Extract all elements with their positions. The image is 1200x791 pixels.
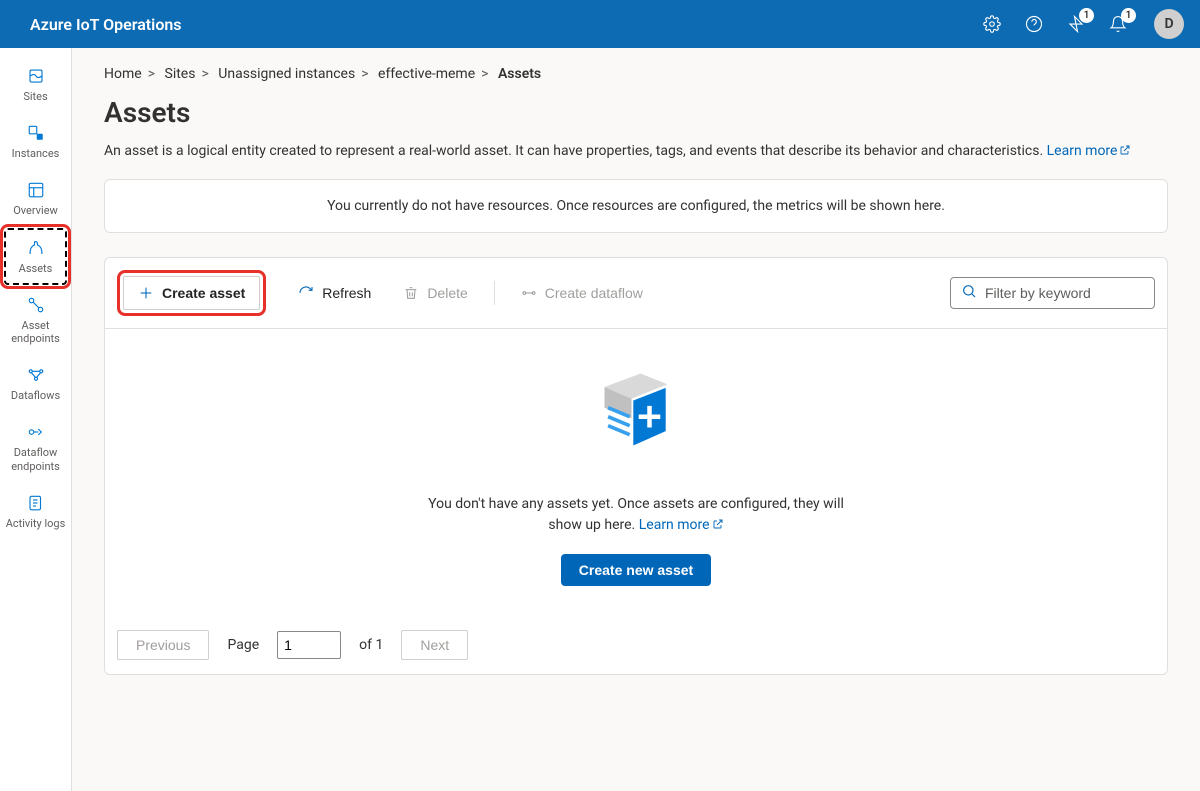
- empty-state: You don't have any assets yet. Once asse…: [105, 329, 1167, 616]
- logs-icon: [26, 493, 46, 513]
- sidebar-item-label: Sites: [23, 90, 47, 103]
- endpoints-icon: [26, 295, 46, 315]
- page-label: Page: [227, 637, 259, 653]
- pagination: Previous Page of 1 Next: [105, 616, 1167, 674]
- sidebar-item-label: Instances: [12, 147, 60, 160]
- external-link-icon: [712, 516, 724, 528]
- sidebar-item-activity-logs[interactable]: Activity logs: [0, 483, 71, 540]
- page-title: Assets: [104, 96, 1168, 129]
- button-label: Create dataflow: [545, 285, 643, 301]
- main-content: Home> Sites> Unassigned instances> effec…: [72, 48, 1200, 791]
- breadcrumb-item[interactable]: Unassigned instances: [218, 66, 355, 82]
- info-text: You currently do not have resources. Onc…: [327, 198, 945, 214]
- sidebar: Sites Instances Overview Assets Asset en…: [0, 48, 72, 791]
- next-button: Next: [401, 630, 468, 660]
- search-icon: [961, 283, 977, 303]
- filter-input-wrapper[interactable]: [950, 277, 1155, 309]
- sidebar-item-overview[interactable]: Overview: [0, 170, 71, 227]
- breadcrumb-item[interactable]: Home: [104, 66, 142, 82]
- avatar[interactable]: D: [1154, 9, 1184, 39]
- map-icon: [26, 66, 46, 86]
- breadcrumb-item-current: Assets: [498, 66, 541, 82]
- previous-button: Previous: [117, 630, 209, 660]
- button-label: Delete: [427, 285, 467, 301]
- overview-icon: [26, 180, 46, 200]
- page-number-input[interactable]: [277, 631, 341, 659]
- sidebar-item-dataflows[interactable]: Dataflows: [0, 355, 71, 412]
- sidebar-item-label: Overview: [13, 204, 58, 217]
- breadcrumb-item[interactable]: effective-meme: [378, 66, 475, 82]
- settings-icon[interactable]: [982, 14, 1002, 34]
- instances-icon: [26, 123, 46, 143]
- button-label: Refresh: [322, 285, 371, 301]
- breadcrumb-item[interactable]: Sites: [165, 66, 196, 82]
- learn-more-link[interactable]: Learn more: [1047, 143, 1132, 159]
- page-description: An asset is a logical entity created to …: [104, 143, 1168, 159]
- trash-icon: [403, 285, 419, 301]
- app-header: Azure IoT Operations 1 1 D: [0, 0, 1200, 48]
- toolbar-separator: [494, 281, 495, 305]
- filter-input[interactable]: [985, 285, 1144, 301]
- notifications-icon[interactable]: 1: [1108, 14, 1128, 34]
- empty-learn-more-link[interactable]: Learn more: [639, 517, 724, 533]
- breadcrumb: Home> Sites> Unassigned instances> effec…: [104, 66, 1168, 82]
- create-new-asset-button[interactable]: Create new asset: [561, 554, 711, 586]
- page-description-text: An asset is a logical entity created to …: [104, 143, 1047, 159]
- external-link-icon: [1119, 144, 1131, 156]
- sidebar-item-label: Dataflows: [11, 389, 60, 402]
- button-label: Create asset: [162, 285, 245, 301]
- dataflow-icon: [521, 285, 537, 301]
- info-card: You currently do not have resources. Onc…: [104, 179, 1168, 233]
- sidebar-item-label: Asset endpoints: [4, 319, 67, 345]
- plus-icon: [138, 285, 154, 301]
- toolbar: Create asset Refresh Delete Create dataf…: [105, 258, 1167, 329]
- sidebar-item-instances[interactable]: Instances: [0, 113, 71, 170]
- alerts-icon[interactable]: 1: [1066, 14, 1086, 34]
- sidebar-item-assets[interactable]: Assets: [4, 228, 67, 285]
- assets-icon: [26, 238, 46, 258]
- dataflow-endpoints-icon: [26, 422, 46, 442]
- create-asset-button[interactable]: Create asset: [123, 276, 260, 310]
- help-icon[interactable]: [1024, 14, 1044, 34]
- sidebar-item-dataflow-endpoints[interactable]: Dataflow endpoints: [0, 412, 71, 482]
- empty-illustration: [591, 369, 681, 464]
- dataflows-icon: [26, 365, 46, 385]
- notifications-badge: 1: [1121, 8, 1136, 23]
- app-title: Azure IoT Operations: [30, 15, 982, 34]
- page-total-label: of 1: [359, 637, 383, 653]
- empty-state-text: You don't have any assets yet. Once asse…: [426, 494, 846, 536]
- sidebar-item-label: Assets: [19, 262, 53, 275]
- refresh-button[interactable]: Refresh: [286, 279, 383, 307]
- sidebar-item-label: Dataflow endpoints: [4, 446, 67, 472]
- sidebar-item-asset-endpoints[interactable]: Asset endpoints: [0, 285, 71, 355]
- refresh-icon: [298, 285, 314, 301]
- create-dataflow-button: Create dataflow: [509, 279, 655, 307]
- assets-card: Create asset Refresh Delete Create dataf…: [104, 257, 1168, 675]
- delete-button: Delete: [391, 279, 479, 307]
- sidebar-item-sites[interactable]: Sites: [0, 56, 71, 113]
- highlight-box: Create asset: [117, 270, 266, 316]
- alerts-badge: 1: [1079, 8, 1094, 23]
- sidebar-item-label: Activity logs: [6, 517, 66, 530]
